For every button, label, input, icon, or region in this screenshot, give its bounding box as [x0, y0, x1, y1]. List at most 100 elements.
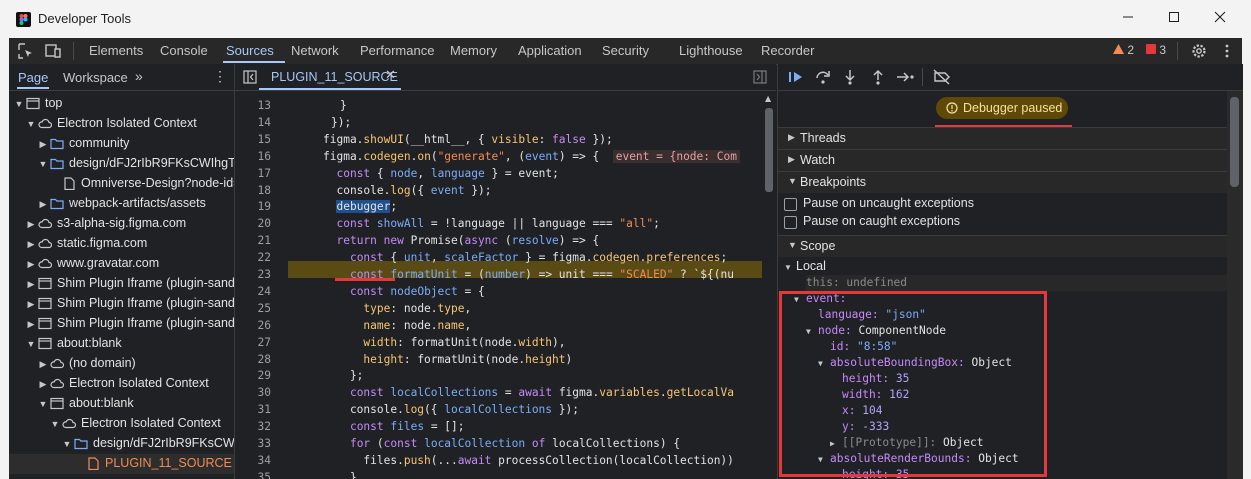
- tab-recorder[interactable]: Recorder: [761, 43, 814, 58]
- code-line[interactable]: 33 for (const localCollection of localCo…: [235, 435, 776, 452]
- code-line[interactable]: 29 };: [235, 367, 776, 384]
- code-line[interactable]: 18 console.log({ event });: [235, 182, 776, 199]
- step-over-icon[interactable]: [813, 68, 833, 86]
- line-number[interactable]: 34: [235, 452, 271, 469]
- section-threads[interactable]: ▶ Threads: [778, 127, 1227, 149]
- collapse-arrow-icon[interactable]: ▼: [62, 436, 72, 452]
- tab-application[interactable]: Application: [518, 43, 582, 58]
- code-line[interactable]: 15 figma.showUI(__html__, { visible: fals…: [235, 131, 776, 148]
- tree-item[interactable]: ▼ design/dFJ2rIbR9FKsCWIhgTpJ: [9, 154, 234, 174]
- code-line[interactable]: 30 const localCollections = await figma.…: [235, 384, 776, 401]
- scope-local[interactable]: ▼ Local: [784, 258, 826, 274]
- expand-arrow-icon[interactable]: ▶: [38, 376, 48, 392]
- code-line[interactable]: 19 debugger;: [235, 198, 776, 215]
- collapse-arrow-icon[interactable]: ▼: [38, 156, 48, 172]
- tree-item[interactable]: Omniverse-Design?node-id=: [9, 174, 234, 194]
- code-line[interactable]: 17 const { node, language } = event;: [235, 165, 776, 182]
- line-number[interactable]: 28: [235, 351, 271, 368]
- code-line[interactable]: 35 }: [235, 469, 776, 479]
- code-line[interactable]: 14});: [235, 114, 776, 131]
- code-line[interactable]: 28 height: formatUnit(node.height): [235, 351, 776, 368]
- tab-performance[interactable]: Performance: [360, 43, 434, 58]
- line-number[interactable]: 16: [235, 148, 271, 165]
- settings-gear-icon[interactable]: [1190, 42, 1208, 60]
- resume-icon[interactable]: [786, 68, 806, 86]
- code-line[interactable]: 32 const files = [];: [235, 418, 776, 435]
- close-icon[interactable]: [1197, 0, 1243, 38]
- device-toolbar-icon[interactable]: [44, 42, 62, 60]
- toggle-navigator-icon[interactable]: [243, 70, 257, 84]
- line-number[interactable]: 26: [235, 317, 271, 334]
- step-icon[interactable]: [895, 68, 915, 86]
- tree-item[interactable]: ▶ www.gravatar.com: [9, 254, 234, 274]
- deactivate-breakpoints-icon[interactable]: [932, 68, 952, 86]
- warnings-counter[interactable]: 2: [1113, 43, 1134, 57]
- scrollbar-thumb[interactable]: [1230, 97, 1239, 187]
- tab-console[interactable]: Console: [160, 43, 208, 58]
- pause-caught-checkbox[interactable]: [784, 216, 797, 229]
- line-number[interactable]: 15: [235, 131, 271, 148]
- minimize-icon[interactable]: [1105, 0, 1151, 38]
- expand-arrow-icon[interactable]: ▶: [38, 136, 48, 152]
- tree-item[interactable]: ▶ webpack-artifacts/assets: [9, 194, 234, 214]
- close-tab-icon[interactable]: ✕: [385, 68, 396, 83]
- tree-item[interactable]: ▼ top: [9, 94, 234, 114]
- line-number[interactable]: 17: [235, 165, 271, 182]
- code-line[interactable]: 16 figma.codegen.on("generate", (event) =…: [235, 148, 776, 165]
- code-line[interactable]: 20 const showAll = !language || language…: [235, 215, 776, 232]
- line-number[interactable]: 23: [235, 266, 271, 283]
- tree-item[interactable]: ▶ (no domain): [9, 354, 234, 374]
- more-options-icon[interactable]: [1218, 42, 1236, 60]
- code-line[interactable]: 21 return new Promise(async (resolve) =>…: [235, 232, 776, 249]
- line-number[interactable]: 35: [235, 469, 271, 479]
- line-number[interactable]: 20: [235, 215, 271, 232]
- code-line[interactable]: 23 const formatUnit = (number) => unit =…: [235, 266, 776, 283]
- line-number[interactable]: 29: [235, 367, 271, 384]
- tree-item[interactable]: PLUGIN_11_SOURCE: [9, 454, 234, 474]
- section-scope[interactable]: ▼ Scope: [778, 235, 1227, 257]
- code-line[interactable]: 26 name: node.name,: [235, 317, 776, 334]
- scope-this-row[interactable]: this: undefined: [806, 275, 1227, 291]
- line-number[interactable]: 32: [235, 418, 271, 435]
- issues-counter[interactable]: 3: [1146, 43, 1166, 57]
- code-line[interactable]: 13}: [235, 97, 776, 114]
- tab-elements[interactable]: Elements: [89, 43, 143, 58]
- tree-item[interactable]: ▼ about:blank: [9, 334, 234, 354]
- debugger-scrollbar[interactable]: [1227, 91, 1243, 479]
- tree-item[interactable]: ▼ Electron Isolated Context: [9, 414, 234, 434]
- collapse-arrow-icon[interactable]: ▼: [26, 116, 36, 132]
- expand-arrow-icon[interactable]: ▶: [26, 236, 36, 252]
- line-number[interactable]: 25: [235, 300, 271, 317]
- line-number[interactable]: 22: [235, 249, 271, 266]
- tab-network[interactable]: Network: [291, 43, 339, 58]
- tree-item[interactable]: ▼ Electron Isolated Context: [9, 114, 234, 134]
- tree-item[interactable]: ▶ s3-alpha-sig.figma.com: [9, 214, 234, 234]
- collapse-arrow-icon[interactable]: ▼: [14, 96, 24, 112]
- expand-arrow-icon[interactable]: ▶: [26, 256, 36, 272]
- line-number[interactable]: 19: [235, 198, 271, 215]
- tree-item[interactable]: ▶ community: [9, 134, 234, 154]
- tree-item[interactable]: ▶ static.figma.com: [9, 234, 234, 254]
- editor-scrollbar[interactable]: ▲: [762, 92, 776, 479]
- code-line[interactable]: 25 type: node.type,: [235, 300, 776, 317]
- line-number[interactable]: 21: [235, 232, 271, 249]
- code-line[interactable]: 27 width: formatUnit(node.width),: [235, 334, 776, 351]
- file-tab-plugin-source[interactable]: PLUGIN_11_SOURCE: [271, 70, 398, 84]
- step-into-icon[interactable]: [840, 68, 860, 86]
- code-line[interactable]: 22 const { unit, scaleFactor } = figma.c…: [235, 249, 776, 266]
- pause-uncaught-checkbox[interactable]: [784, 198, 797, 211]
- line-number[interactable]: 24: [235, 283, 271, 300]
- collapse-arrow-icon[interactable]: ▼: [38, 396, 48, 412]
- expand-arrow-icon[interactable]: ▶: [26, 216, 36, 232]
- collapse-arrow-icon[interactable]: ▼: [26, 336, 36, 352]
- tree-item[interactable]: ▶ Shim Plugin Iframe (plugin-sandbox: [9, 274, 234, 294]
- expand-arrow-icon[interactable]: ▶: [26, 296, 36, 312]
- inspect-element-icon[interactable]: [17, 42, 35, 60]
- line-number[interactable]: 27: [235, 334, 271, 351]
- tab-sources[interactable]: Sources: [226, 43, 274, 58]
- expand-arrow-icon[interactable]: ▶: [26, 316, 36, 332]
- tab-page[interactable]: Page: [18, 70, 48, 85]
- step-out-icon[interactable]: [868, 68, 888, 86]
- toggle-debugger-icon[interactable]: [753, 70, 767, 84]
- tree-item[interactable]: ▶ Electron Isolated Context: [9, 374, 234, 394]
